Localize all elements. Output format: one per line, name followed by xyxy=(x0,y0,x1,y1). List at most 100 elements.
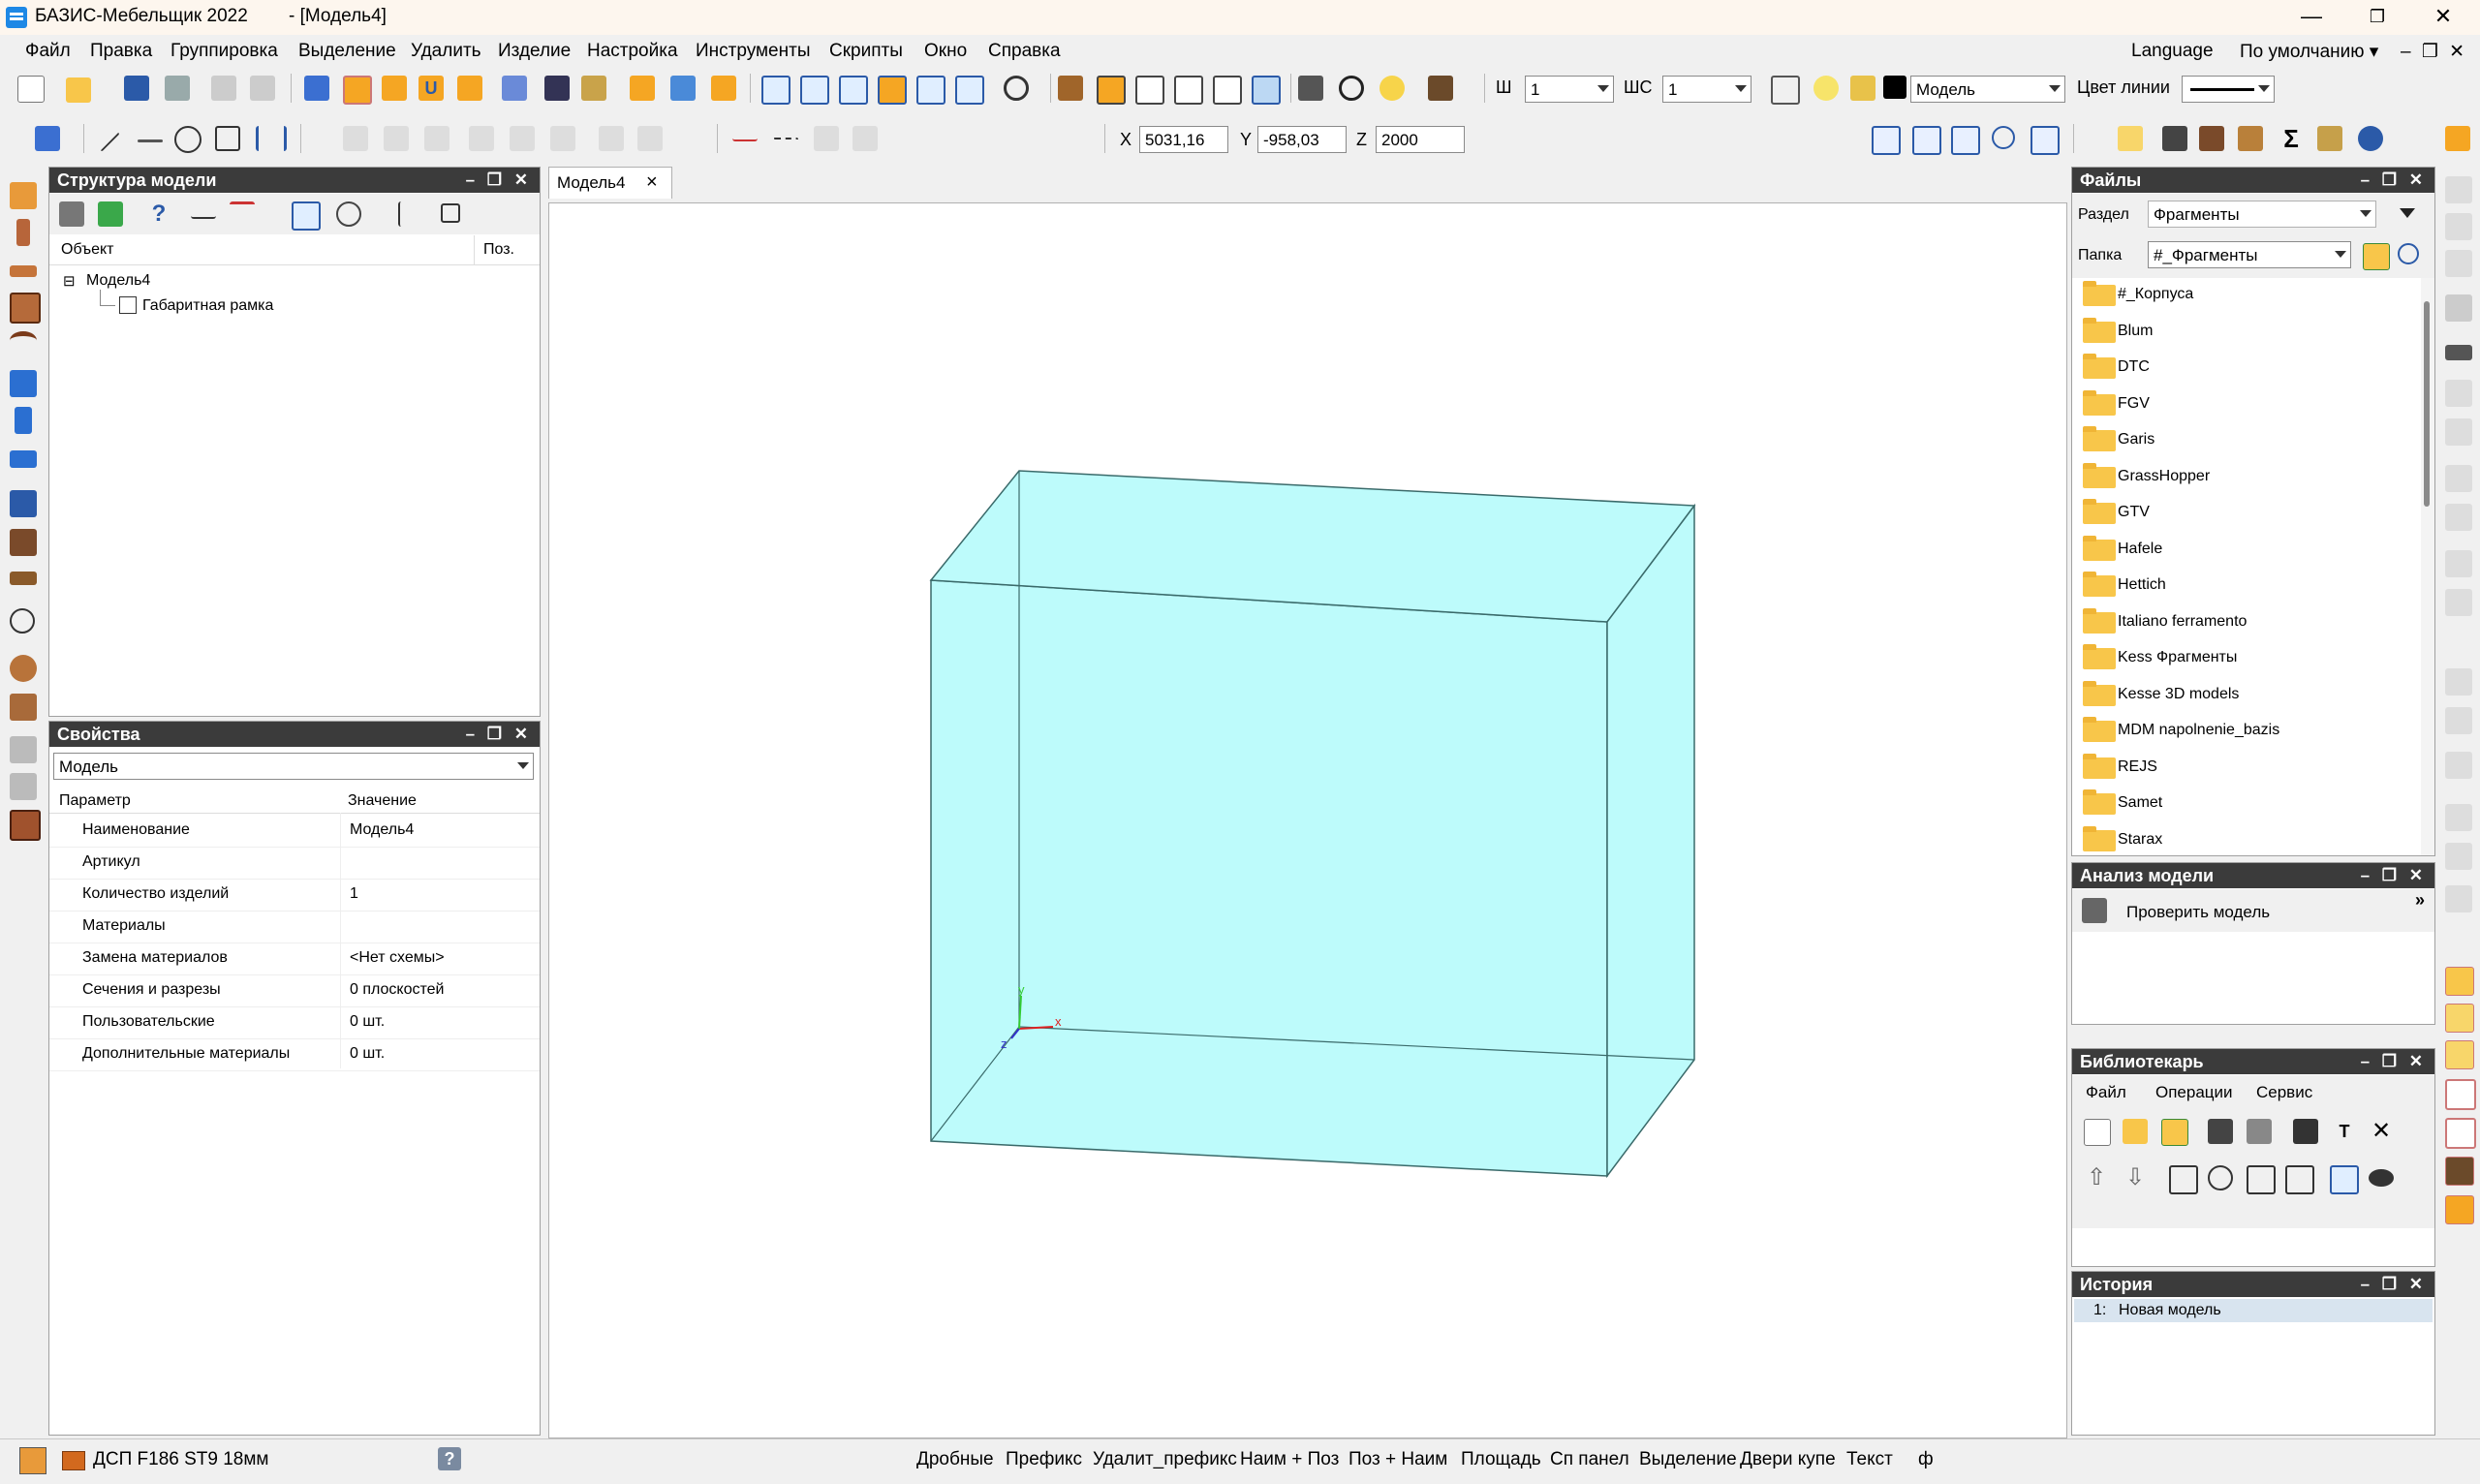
render-contour-icon[interactable] xyxy=(1213,76,1242,105)
profile-tool-icon[interactable] xyxy=(10,490,37,517)
render-realistic-icon[interactable] xyxy=(1058,76,1083,101)
tab-model4[interactable]: Модель4 × xyxy=(548,167,672,199)
sum-icon[interactable]: Σ xyxy=(2278,126,2304,151)
snap-tool-icon[interactable] xyxy=(544,76,570,101)
lib-down-icon[interactable]: ⇩ xyxy=(2123,1165,2148,1190)
properties-selector[interactable]: Модель xyxy=(53,753,534,780)
lib-text-icon[interactable]: T xyxy=(2332,1119,2357,1144)
library-icon[interactable] xyxy=(2118,126,2143,151)
vertical-panel-icon[interactable] xyxy=(16,219,30,246)
view-back-icon[interactable] xyxy=(955,76,984,105)
light-icon[interactable] xyxy=(1380,76,1405,101)
folder-item[interactable]: REJS xyxy=(2071,750,2420,785)
tree-root[interactable]: Модель4 xyxy=(86,272,150,290)
status-item[interactable]: ф xyxy=(1918,1449,1934,1470)
help-icon[interactable]: ? xyxy=(438,1447,461,1470)
history-panel-controls[interactable]: – ❐ ✕ xyxy=(2361,1272,2427,1297)
door-icon[interactable] xyxy=(15,407,32,434)
layer-color-swatch[interactable] xyxy=(1883,76,1906,99)
folder-item[interactable]: Garis xyxy=(2071,422,2420,457)
visibility-icon[interactable] xyxy=(2358,126,2383,151)
folder-item[interactable]: GrassHopper xyxy=(2071,459,2420,494)
new-file-icon[interactable] xyxy=(17,76,45,103)
material-tool-icon[interactable] xyxy=(19,1447,46,1474)
shelf-icon[interactable] xyxy=(10,450,37,468)
col-pos[interactable]: Поз. xyxy=(483,241,514,259)
view-mode-icon[interactable] xyxy=(630,76,655,101)
list-icon[interactable] xyxy=(398,201,425,227)
folder-item[interactable]: Hafele xyxy=(2071,532,2420,567)
menu-settings[interactable]: Настройка xyxy=(587,41,678,62)
lib-up-icon[interactable]: ⇧ xyxy=(2084,1165,2109,1190)
drawer-icon[interactable] xyxy=(10,370,37,397)
folder-combo[interactable]: #_Фрагменты xyxy=(2148,241,2351,268)
line-style-combo[interactable] xyxy=(2182,76,2275,103)
analysis-more-icon[interactable]: » xyxy=(2415,890,2425,911)
preset-menu[interactable]: По умолчанию ▾ xyxy=(2240,41,2378,63)
menu-group[interactable]: Группировка xyxy=(170,41,278,62)
search-icon[interactable] xyxy=(2398,243,2419,264)
find-icon[interactable] xyxy=(292,201,321,231)
layer-lock-icon[interactable] xyxy=(1850,76,1876,101)
show-icon[interactable] xyxy=(336,201,361,227)
polygon-tool-icon[interactable] xyxy=(215,126,240,151)
right-edit-icon[interactable] xyxy=(2445,1004,2474,1033)
cone-icon[interactable] xyxy=(10,694,37,721)
folder-item[interactable]: Hettich xyxy=(2071,568,2420,603)
librarian-menu-operations[interactable]: Операции xyxy=(2155,1083,2233,1102)
render-panel-icon[interactable] xyxy=(1252,76,1281,105)
menu-edit[interactable]: Правка xyxy=(90,41,152,62)
magnet-icon[interactable]: U xyxy=(418,76,444,101)
status-item[interactable]: Текст xyxy=(1846,1449,1893,1470)
properties-panel-controls[interactable]: – ❐ ✕ xyxy=(466,722,532,747)
folder-item[interactable]: #_Корпуса xyxy=(2071,277,2420,312)
cabinet-icon[interactable] xyxy=(2199,126,2224,151)
right-ruler-icon[interactable] xyxy=(2445,345,2472,360)
view-iso-icon[interactable] xyxy=(878,76,907,105)
snap-box-icon[interactable] xyxy=(711,76,736,101)
minimize-button[interactable]: — xyxy=(2282,0,2340,35)
grid-snap-icon[interactable] xyxy=(343,76,372,105)
axis-tool-icon[interactable] xyxy=(732,126,758,141)
unlink-icon[interactable] xyxy=(230,201,255,230)
lib-binoculars-icon[interactable] xyxy=(2285,1165,2314,1194)
status-item[interactable]: Сп панел xyxy=(1550,1449,1629,1470)
param-value[interactable]: Модель4 xyxy=(350,821,414,839)
param-value[interactable]: 1 xyxy=(350,885,358,903)
coord-y-input[interactable]: -958,03 xyxy=(1257,126,1347,153)
circle-tool-icon[interactable] xyxy=(174,126,202,153)
param-value[interactable]: 0 шт. xyxy=(350,1045,385,1063)
save-icon[interactable] xyxy=(124,76,149,101)
folder-item[interactable]: DTC xyxy=(2071,350,2420,385)
close-button[interactable]: ✕ xyxy=(2414,0,2472,35)
sphere-icon[interactable] xyxy=(10,655,37,682)
snap-line-icon[interactable] xyxy=(457,76,482,101)
redo-icon[interactable] xyxy=(250,76,275,101)
current-material[interactable]: ДСП F186 ST9 18мм xyxy=(93,1449,269,1470)
language-menu[interactable]: Language xyxy=(2131,41,2214,62)
properties-row[interactable]: Замена материалов <Нет схемы> xyxy=(49,943,540,975)
right-materials-icon[interactable] xyxy=(2445,1157,2474,1186)
materials-icon[interactable] xyxy=(1428,76,1453,101)
right-search-icon[interactable] xyxy=(2445,1118,2476,1149)
librarian-menu-service[interactable]: Сервис xyxy=(2256,1083,2312,1102)
properties-row[interactable]: Артикул xyxy=(49,847,540,880)
add-icon[interactable] xyxy=(98,201,123,227)
zoom-all-icon[interactable] xyxy=(1951,126,1980,155)
status-item[interactable]: Поз + Наим xyxy=(1348,1449,1447,1470)
param-value[interactable]: 0 шт. xyxy=(350,1013,385,1031)
expand-icon[interactable] xyxy=(441,203,460,223)
coord-x-input[interactable]: 5031,16 xyxy=(1139,126,1228,153)
right-layers-icon[interactable] xyxy=(2445,1195,2474,1224)
query-icon[interactable]: ? xyxy=(146,201,171,227)
analysis-panel-controls[interactable]: – ❐ ✕ xyxy=(2361,863,2427,888)
box-icon[interactable] xyxy=(2238,126,2263,151)
snap-point-icon[interactable] xyxy=(502,76,527,101)
facade-icon[interactable] xyxy=(10,529,37,556)
view-right-icon[interactable] xyxy=(916,76,946,105)
lib-print-icon[interactable] xyxy=(2247,1119,2272,1144)
status-item[interactable]: Площадь xyxy=(1461,1449,1541,1470)
menu-delete[interactable]: Удалить xyxy=(411,41,481,62)
properties-row[interactable]: Наименование Модель4 xyxy=(49,815,540,848)
right-table-icon[interactable] xyxy=(2445,1040,2474,1069)
